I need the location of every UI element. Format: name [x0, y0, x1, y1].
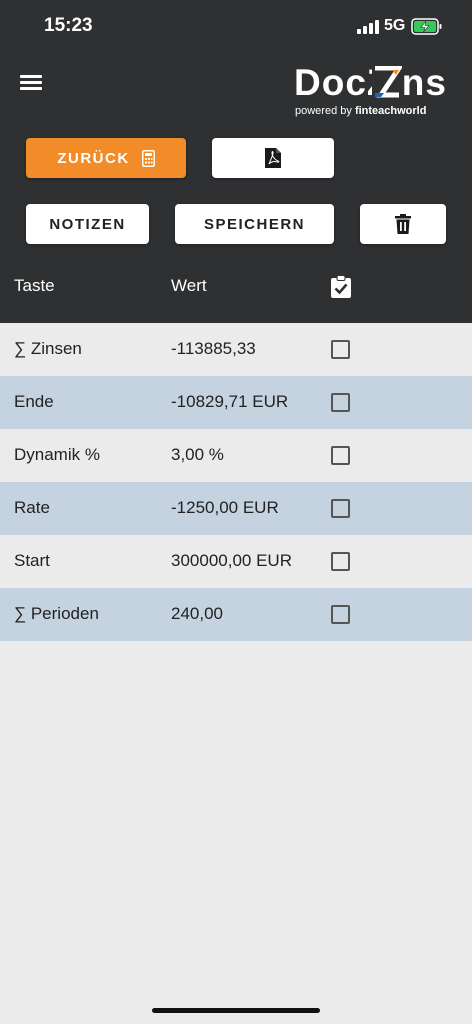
table-row: Rate -1250,00 EUR: [0, 482, 472, 535]
row-value: -1250,00 EUR: [171, 498, 279, 517]
back-button[interactable]: ZURÜCK: [26, 138, 186, 178]
column-header-key: Taste: [14, 276, 55, 295]
row-key: Dynamik %: [14, 445, 100, 464]
row-checkbox[interactable]: [331, 499, 350, 518]
doczins-logo: DocZins powered by finteachworld: [290, 60, 460, 122]
table-row: ∑ Perioden 240,00: [0, 588, 472, 641]
row-value: -113885,33: [171, 339, 256, 358]
battery-charging-icon: [411, 18, 442, 35]
row-checkbox[interactable]: [331, 446, 350, 465]
row-key: Ende: [14, 392, 54, 411]
pdf-icon: [265, 148, 281, 168]
row-checkbox[interactable]: [331, 605, 350, 624]
status-time: 15:23: [44, 15, 93, 36]
logo-brand: DocZins: [294, 62, 447, 103]
status-bar: 15:23 5G: [0, 0, 472, 54]
network-type: 5G: [384, 17, 406, 34]
row-value: 3,00 %: [171, 445, 224, 464]
logo-tagline: powered by finteachworld: [295, 105, 426, 117]
home-indicator[interactable]: [152, 1008, 320, 1013]
row-value: 300000,00 EUR: [171, 551, 292, 570]
row-value: 240,00: [171, 604, 223, 623]
row-key: ∑ Perioden: [14, 604, 99, 623]
row-key: ∑ Zinsen: [14, 339, 82, 358]
table-row: Dynamik % 3,00 %: [0, 429, 472, 482]
trash-icon: [395, 214, 411, 234]
back-button-label: ZURÜCK: [57, 149, 130, 167]
row-checkbox[interactable]: [331, 552, 350, 571]
calculator-icon: [141, 149, 155, 167]
table-row: ∑ Zinsen -113885,33: [0, 323, 472, 376]
save-button-label: SPEICHERN: [203, 215, 306, 233]
table-row: Ende -10829,71 EUR: [0, 376, 472, 429]
logo-z-accent-icon: [372, 66, 402, 98]
notes-button-label: NOTIZEN: [49, 215, 126, 233]
app-header: 15:23 5G DocZins powered by finteachworl…: [0, 0, 472, 323]
column-header-value: Wert: [171, 276, 207, 295]
row-value: -10829,71 EUR: [171, 392, 289, 411]
logo-tagline-brand: finteachworld: [354, 105, 427, 117]
logo-tagline-prefix: powered by: [295, 105, 352, 117]
save-button[interactable]: SPEICHERN: [175, 204, 334, 244]
values-table: ∑ Zinsen -113885,33 Ende -10829,71 EUR D…: [0, 323, 472, 641]
row-checkbox[interactable]: [331, 393, 350, 412]
row-key: Rate: [14, 498, 50, 517]
row-checkbox[interactable]: [331, 340, 350, 359]
hamburger-menu-icon[interactable]: [20, 73, 42, 91]
notes-button[interactable]: NOTIZEN: [26, 204, 149, 244]
pdf-export-button[interactable]: [212, 138, 334, 178]
table-row: Start 300000,00 EUR: [0, 535, 472, 588]
clipboard-check-icon[interactable]: [330, 275, 352, 299]
row-key: Start: [14, 551, 50, 570]
cellular-signal-icon: [357, 20, 379, 34]
delete-button[interactable]: [360, 204, 446, 244]
